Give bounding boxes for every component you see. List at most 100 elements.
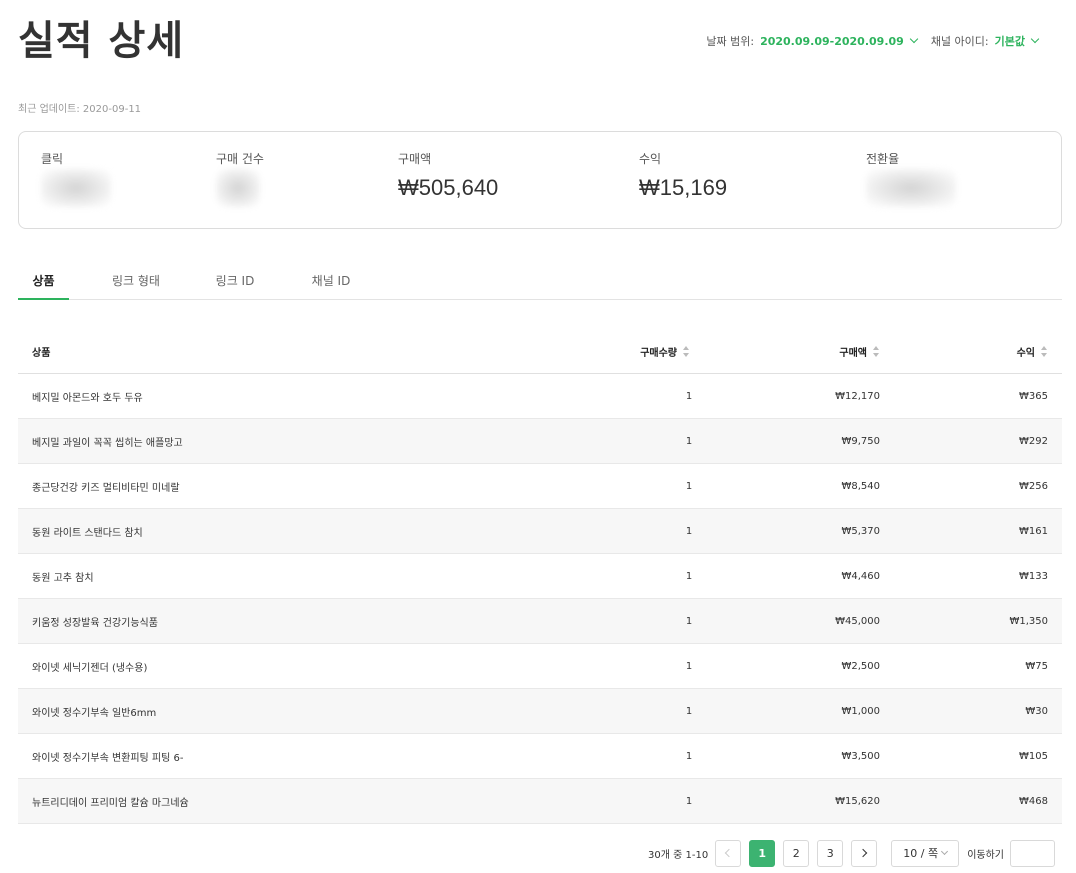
channel-filter[interactable]: 채널 아이디: 기본값: [931, 33, 1040, 49]
amount-cell: ₩9,750: [841, 435, 880, 447]
quantity-cell: 1: [685, 750, 693, 762]
filter-bar: 날짜 범위: 2020.09.09-2020.09.09 채널 아이디: 기본값: [692, 33, 1040, 49]
metric-orders: 구매 건수: [216, 150, 264, 207]
sort-icon[interactable]: [683, 346, 690, 357]
quantity-cell: 1: [685, 525, 693, 537]
quantity-cell: 1: [685, 705, 693, 717]
table-row: 종근당건강 키즈 멀티비타민 미네랄 1 ₩8,540 ₩256: [18, 464, 1062, 509]
clicks-label: 클릭: [41, 152, 64, 166]
revenue-cell: ₩292: [1019, 435, 1048, 447]
amount-label: 구매액: [398, 152, 432, 166]
product-cell: 와이넷 정수기부속 변환피팅 피팅 6-: [32, 752, 184, 764]
quantity-cell: 1: [685, 615, 693, 627]
amount-cell: ₩3,500: [841, 750, 880, 762]
channel-value[interactable]: 기본값: [995, 33, 1025, 49]
prev-page-button[interactable]: [715, 839, 742, 867]
product-cell: 베지밀 과일이 꼭꼭 씹히는 애플망고: [32, 437, 183, 449]
revenue-label: 수익: [639, 152, 662, 166]
chevron-right-icon: [858, 848, 868, 858]
quantity-cell: 1: [685, 435, 693, 447]
table-row: 뉴트리디데이 프리미엄 칼슘 마그네슘 1 ₩15,620 ₩468: [18, 779, 1062, 824]
tab-channel-id[interactable]: 채널 ID: [305, 272, 357, 300]
product-cell: 와이넷 정수기부속 일반6mm: [32, 707, 157, 719]
product-cell: 동원 라이트 스탠다드 참치: [32, 527, 143, 539]
revenue-cell: ₩161: [1019, 525, 1048, 537]
amount-cell: ₩45,000: [835, 615, 880, 627]
metric-conversion: 전환율: [866, 150, 956, 207]
conversion-value-redacted: [866, 169, 956, 207]
page-button-1[interactable]: 1: [749, 839, 776, 867]
tab-bar: 상품 링크 형태 링크 ID 채널 ID: [18, 262, 1062, 300]
revenue-cell: ₩105: [1019, 750, 1048, 762]
quantity-cell: 1: [685, 660, 693, 672]
amount-cell: ₩5,370: [841, 525, 880, 537]
header-amount[interactable]: 구매액: [778, 330, 880, 373]
product-cell: 동원 고추 참치: [32, 572, 94, 584]
product-table: 상품 구매수량 구매액 수익 베지밀 아몬드와 호두 두유 1 ₩12,170 ₩36…: [18, 330, 1062, 824]
tab-link-type[interactable]: 링크 형태: [106, 272, 166, 300]
page-title: 실적 상세: [18, 18, 185, 64]
orders-value-redacted: [216, 169, 260, 207]
goto-label: 이동하기: [967, 849, 1004, 861]
table-row: 와이넷 세닉기젠더 (냉수용) 1 ₩2,500 ₩75: [18, 644, 1062, 689]
amount-cell: ₩4,460: [841, 570, 880, 582]
pagination-total: 30개 중 1-10: [648, 849, 709, 861]
sort-icon[interactable]: [873, 346, 880, 357]
last-updated: 최근 업데이트: 2020-09-11: [18, 104, 142, 115]
product-cell: 와이넷 세닉기젠더 (냉수용): [32, 662, 148, 674]
product-cell: 베지밀 아몬드와 호두 두유: [32, 392, 143, 404]
page-button-2[interactable]: 2: [783, 839, 810, 867]
table-row: 동원 라이트 스탠다드 참치 1 ₩5,370 ₩161: [18, 509, 1062, 554]
tab-link-id[interactable]: 링크 ID: [211, 272, 259, 300]
revenue-cell: ₩1,350: [1009, 615, 1048, 627]
header-quantity[interactable]: 구매수량: [588, 330, 690, 373]
metric-clicks: 클릭: [41, 150, 111, 207]
table-body: 베지밀 아몬드와 호두 두유 1 ₩12,170 ₩365 베지밀 과일이 꼭꼭 씹히는…: [18, 374, 1062, 824]
quantity-cell: 1: [685, 390, 693, 402]
amount-value: ₩505,640: [398, 175, 499, 200]
page-button-3[interactable]: 3: [817, 839, 844, 867]
amount-cell: ₩8,540: [841, 480, 880, 492]
next-page-button[interactable]: [851, 839, 878, 867]
revenue-cell: ₩30: [1025, 705, 1048, 717]
amount-cell: ₩15,620: [835, 795, 880, 807]
revenue-cell: ₩133: [1019, 570, 1048, 582]
metric-revenue: 수익 ₩15,169: [639, 150, 727, 201]
metric-amount: 구매액 ₩505,640: [398, 150, 498, 201]
clicks-value-redacted: [41, 169, 111, 207]
product-cell: 뉴트리디데이 프리미엄 칼슘 마그네슘: [32, 797, 189, 809]
table-row: 동원 고추 참치 1 ₩4,460 ₩133: [18, 554, 1062, 599]
table-row: 와이넷 정수기부속 일반6mm 1 ₩1,000 ₩30: [18, 689, 1062, 734]
quantity-cell: 1: [685, 795, 693, 807]
header-amount-label: 구매액: [839, 348, 867, 359]
product-cell: 키움정 성장발육 건강기능식품: [32, 617, 158, 629]
chevron-down-icon[interactable]: [1030, 34, 1040, 44]
table-row: 키움정 성장발육 건강기능식품 1 ₩45,000 ₩1,350: [18, 599, 1062, 644]
amount-cell: ₩2,500: [841, 660, 880, 672]
product-cell: 종근당건강 키즈 멀티비타민 미네랄: [32, 482, 180, 494]
header-revenue-label: 수익: [1016, 348, 1035, 359]
amount-cell: ₩12,170: [835, 390, 880, 402]
table-row: 와이넷 정수기부속 변환피팅 피팅 6- 1 ₩3,500 ₩105: [18, 734, 1062, 779]
revenue-cell: ₩256: [1019, 480, 1048, 492]
pagination: 30개 중 1-10 1 2 3 10 / 쪽 이동하기: [648, 839, 1055, 867]
chevron-down-icon[interactable]: [909, 34, 919, 44]
tab-product[interactable]: 상품: [18, 272, 69, 300]
quantity-cell: 1: [685, 570, 693, 582]
revenue-cell: ₩75: [1025, 660, 1048, 672]
page-size-select[interactable]: 10 / 쪽: [891, 839, 960, 867]
table-row: 베지밀 아몬드와 호두 두유 1 ₩12,170 ₩365: [18, 374, 1062, 419]
table-header: 상품 구매수량 구매액 수익: [18, 330, 1062, 374]
date-range-value[interactable]: 2020.09.09-2020.09.09: [760, 35, 904, 48]
goto-page-input[interactable]: [1010, 839, 1055, 867]
revenue-cell: ₩365: [1019, 390, 1048, 402]
amount-cell: ₩1,000: [841, 705, 880, 717]
date-range-filter[interactable]: 날짜 범위: 2020.09.09-2020.09.09: [706, 33, 919, 49]
orders-label: 구매 건수: [216, 152, 264, 166]
header-product: 상품: [32, 348, 51, 359]
header-quantity-label: 구매수량: [640, 348, 677, 359]
chevron-left-icon: [724, 848, 734, 858]
table-row: 베지밀 과일이 꼭꼭 씹히는 애플망고 1 ₩9,750 ₩292: [18, 419, 1062, 464]
header-revenue[interactable]: 수익: [948, 330, 1048, 373]
sort-icon[interactable]: [1041, 346, 1048, 357]
